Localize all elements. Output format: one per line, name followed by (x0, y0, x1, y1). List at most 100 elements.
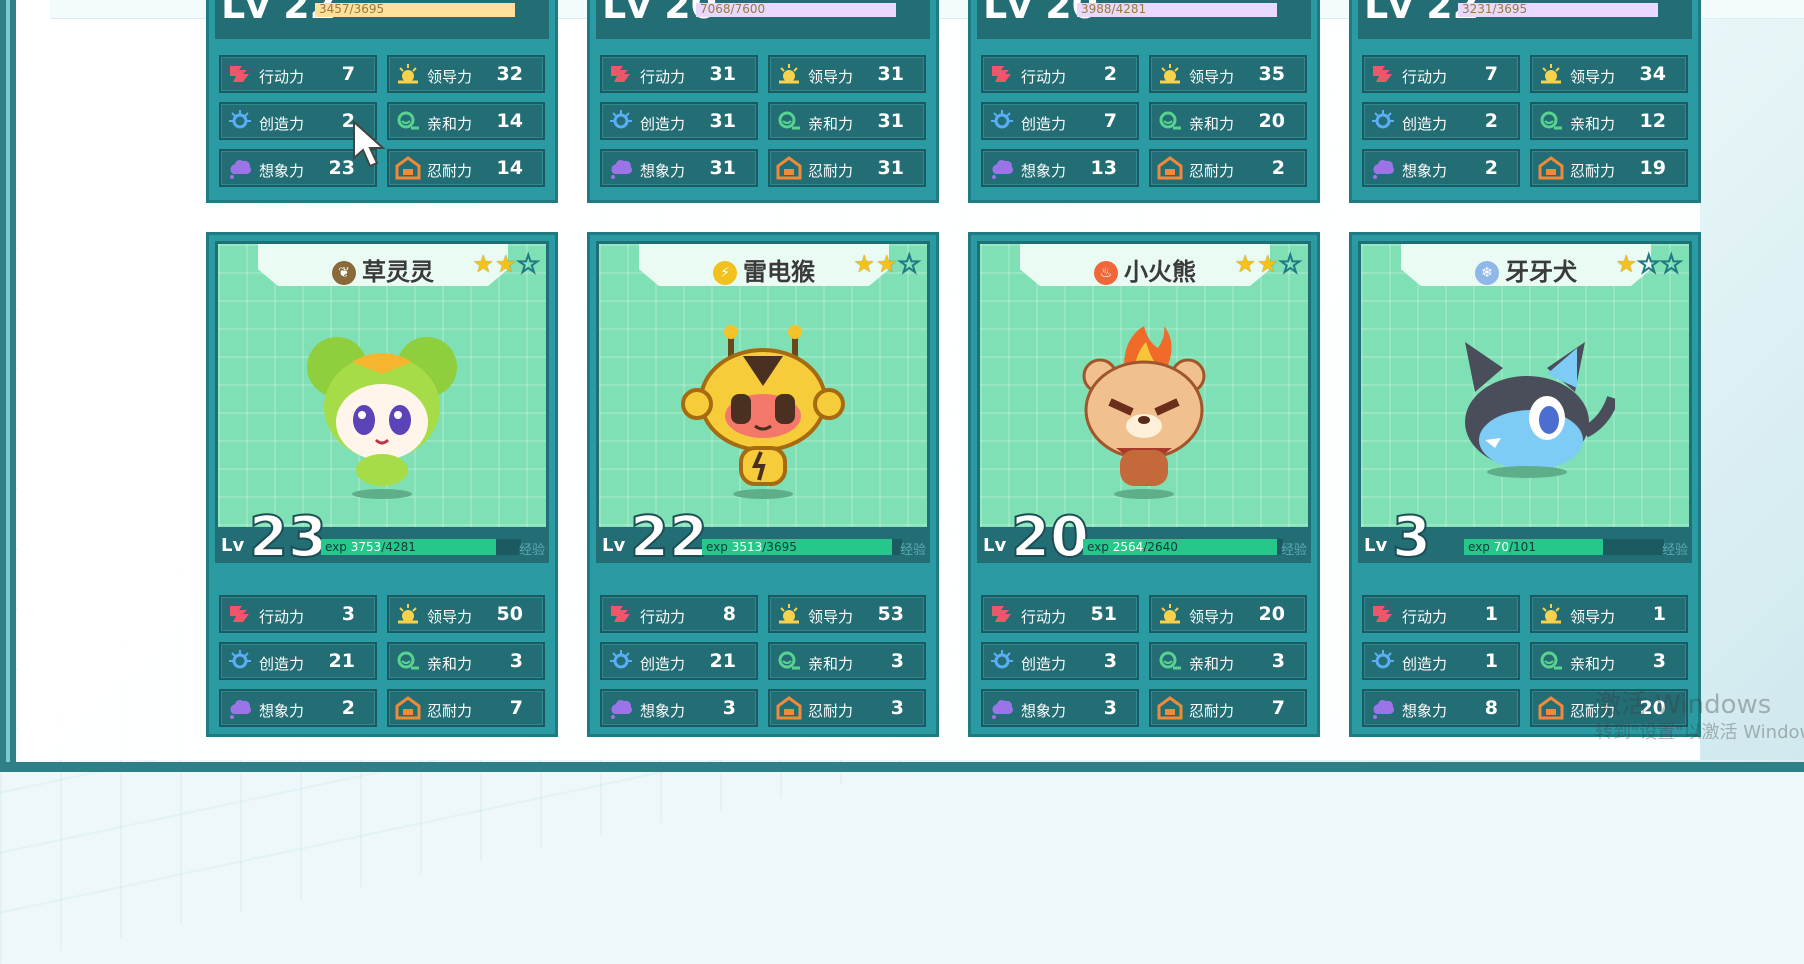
pet-portrait (1435, 322, 1619, 502)
stat-create: 创造力 3 (981, 642, 1139, 680)
mouse-cursor-icon (353, 120, 386, 168)
pet-card[interactable]: ❦ 草灵灵 ★★★ Lv 23 exp 3753/4281 经验 行动力 3 领导力 50 创造力 21… (206, 232, 558, 737)
pet-card-top[interactable]: Lv 20 7068/7600 行动力 31 领导力 31 创造力 31 亲和力 31 想象力 31 忍… (587, 0, 939, 203)
exp-current: 2564 (1112, 540, 1144, 554)
stat-action: 行动力 31 (600, 55, 758, 93)
stat-action: 行动力 3 (219, 595, 377, 633)
stat-value: 3 (1652, 650, 1666, 672)
stat-leader: 领导力 50 (387, 595, 545, 633)
stat-label: 创造力 (259, 115, 305, 133)
stat-leader: 领导力 35 (1149, 55, 1307, 93)
stat-value: 3 (341, 603, 355, 625)
pet-portrait (673, 322, 853, 502)
nameplate: ❄ 牙牙犬 (1401, 244, 1651, 286)
level-label: Lv (983, 535, 1007, 556)
level-bar: Lv 20 exp 2564/2640 经验 (977, 504, 1311, 571)
exp-max: /2640 (1143, 540, 1178, 554)
stat-endure: 忍耐力 19 (1530, 149, 1688, 187)
star-rating: ★★★ (853, 249, 921, 279)
imagine-icon (608, 696, 634, 720)
stat-label: 领导力 (808, 68, 854, 86)
exp-bar: exp 2564/2640 (1083, 539, 1283, 555)
stat-value: 1 (1484, 650, 1498, 672)
pet-card[interactable]: ⚡ 雷电猴 ★★★ Lv 22 exp 3513/3695 经验 行动力 8 领导力 53 创造力 21… (587, 232, 939, 737)
affinity-icon (1538, 649, 1564, 673)
exp-label: exp (325, 540, 347, 554)
pet-card-top[interactable]: Lv 22 3457/3695 行动力 7 领导力 32 创造力 2 亲和力 14 想象力 23 忍耐力… (206, 0, 558, 203)
stat-value: 3 (509, 650, 523, 672)
stat-value: 14 (496, 110, 523, 132)
exp-bar: exp 70/101 (1464, 539, 1664, 555)
exp-current: 3513 (731, 540, 763, 554)
stat-value: 35 (1258, 63, 1285, 85)
imagine-icon (989, 696, 1015, 720)
pet-card-top[interactable]: Lv 22 3231/3695 行动力 7 领导力 34 创造力 2 亲和力 12 想象力 2 忍耐力 1… (1349, 0, 1701, 203)
stat-leader: 领导力 1 (1530, 595, 1688, 633)
stat-value: 12 (1639, 110, 1666, 132)
stat-label: 亲和力 (427, 115, 473, 133)
exp-text: 7068/7600 (700, 2, 766, 16)
stat-label: 行动力 (1021, 608, 1067, 626)
stat-create: 创造力 7 (981, 102, 1139, 140)
bottom-frame (0, 762, 1804, 772)
pet-card[interactable]: ❄ 牙牙犬 ★★★ Lv 3 exp 70/101 经验 行动力 1 领导力 1 创造力 1 亲和力 3 想象… (1349, 232, 1701, 737)
stat-affinity: 亲和力 3 (387, 642, 545, 680)
stat-value: 3 (722, 697, 736, 719)
stat-value: 1 (1652, 603, 1666, 625)
affinity-icon (1157, 649, 1183, 673)
stat-create: 创造力 21 (219, 642, 377, 680)
fire-element-icon: ♨ (1094, 261, 1118, 285)
star-rating: ★★★ (1615, 249, 1683, 279)
stat-create: 创造力 21 (600, 642, 758, 680)
leader-icon (776, 602, 802, 626)
stat-action: 行动力 7 (1362, 55, 1520, 93)
stat-label: 领导力 (427, 68, 473, 86)
level-bar: Lv 22 exp 3513/3695 经验 (596, 504, 930, 571)
pet-portrait (1054, 322, 1234, 502)
pet-portrait (292, 322, 472, 502)
affinity-icon (1157, 109, 1183, 133)
stat-label: 亲和力 (1570, 655, 1616, 673)
stat-label: 领导力 (1570, 68, 1616, 86)
pet-name-text: 牙牙犬 (1505, 258, 1577, 286)
pet-card[interactable]: ♨ 小火熊 ★★★ Lv 20 exp 2564/2640 经验 行动力 51 领导力 20 创造力 3… (968, 232, 1320, 737)
stat-label: 行动力 (640, 68, 686, 86)
level-number: 3 (1391, 504, 1432, 571)
stat-label: 想象力 (640, 702, 686, 720)
star-rating: ★★★ (1234, 249, 1302, 279)
stat-value: 32 (496, 63, 523, 85)
stat-label: 忍耐力 (427, 162, 473, 180)
affinity-icon (776, 649, 802, 673)
left-frame (0, 0, 16, 772)
stat-affinity: 亲和力 12 (1530, 102, 1688, 140)
stat-action: 行动力 7 (219, 55, 377, 93)
stat-endure: 忍耐力 3 (768, 689, 926, 727)
stat-label: 创造力 (1402, 655, 1448, 673)
leader-icon (395, 62, 421, 86)
exp-text: exp 70/101 (1468, 539, 1536, 555)
level-header: Lv 20 7068/7600 (596, 0, 930, 39)
stat-value: 7 (341, 63, 355, 85)
star-filled-icon: ★ (494, 250, 518, 278)
stat-leader: 领导力 53 (768, 595, 926, 633)
ice-element-icon: ❄ (1475, 261, 1499, 285)
stat-endure: 忍耐力 7 (387, 689, 545, 727)
stat-value: 3 (890, 650, 904, 672)
thunder-element-icon: ⚡ (713, 261, 737, 285)
stat-value: 7 (509, 697, 523, 719)
stat-action: 行动力 8 (600, 595, 758, 633)
stat-label: 忍耐力 (1570, 162, 1616, 180)
leader-icon (1157, 62, 1183, 86)
stat-value: 3 (890, 697, 904, 719)
pet-card-top[interactable]: Lv 20 3988/4281 行动力 2 领导力 35 创造力 7 亲和力 20 想象力 13 忍耐力… (968, 0, 1320, 203)
action-icon (227, 602, 253, 626)
stat-label: 想象力 (259, 162, 305, 180)
stat-endure: 忍耐力 2 (1149, 149, 1307, 187)
windows-activation-hint: 转到"设置"以激活 Windows。 (1595, 722, 1804, 743)
stat-label: 想象力 (640, 162, 686, 180)
stat-imagine: 想象力 2 (219, 689, 377, 727)
leader-icon (1157, 602, 1183, 626)
level-number: 22 (629, 504, 709, 571)
stat-affinity: 亲和力 3 (1149, 642, 1307, 680)
stat-imagine: 想象力 31 (600, 149, 758, 187)
